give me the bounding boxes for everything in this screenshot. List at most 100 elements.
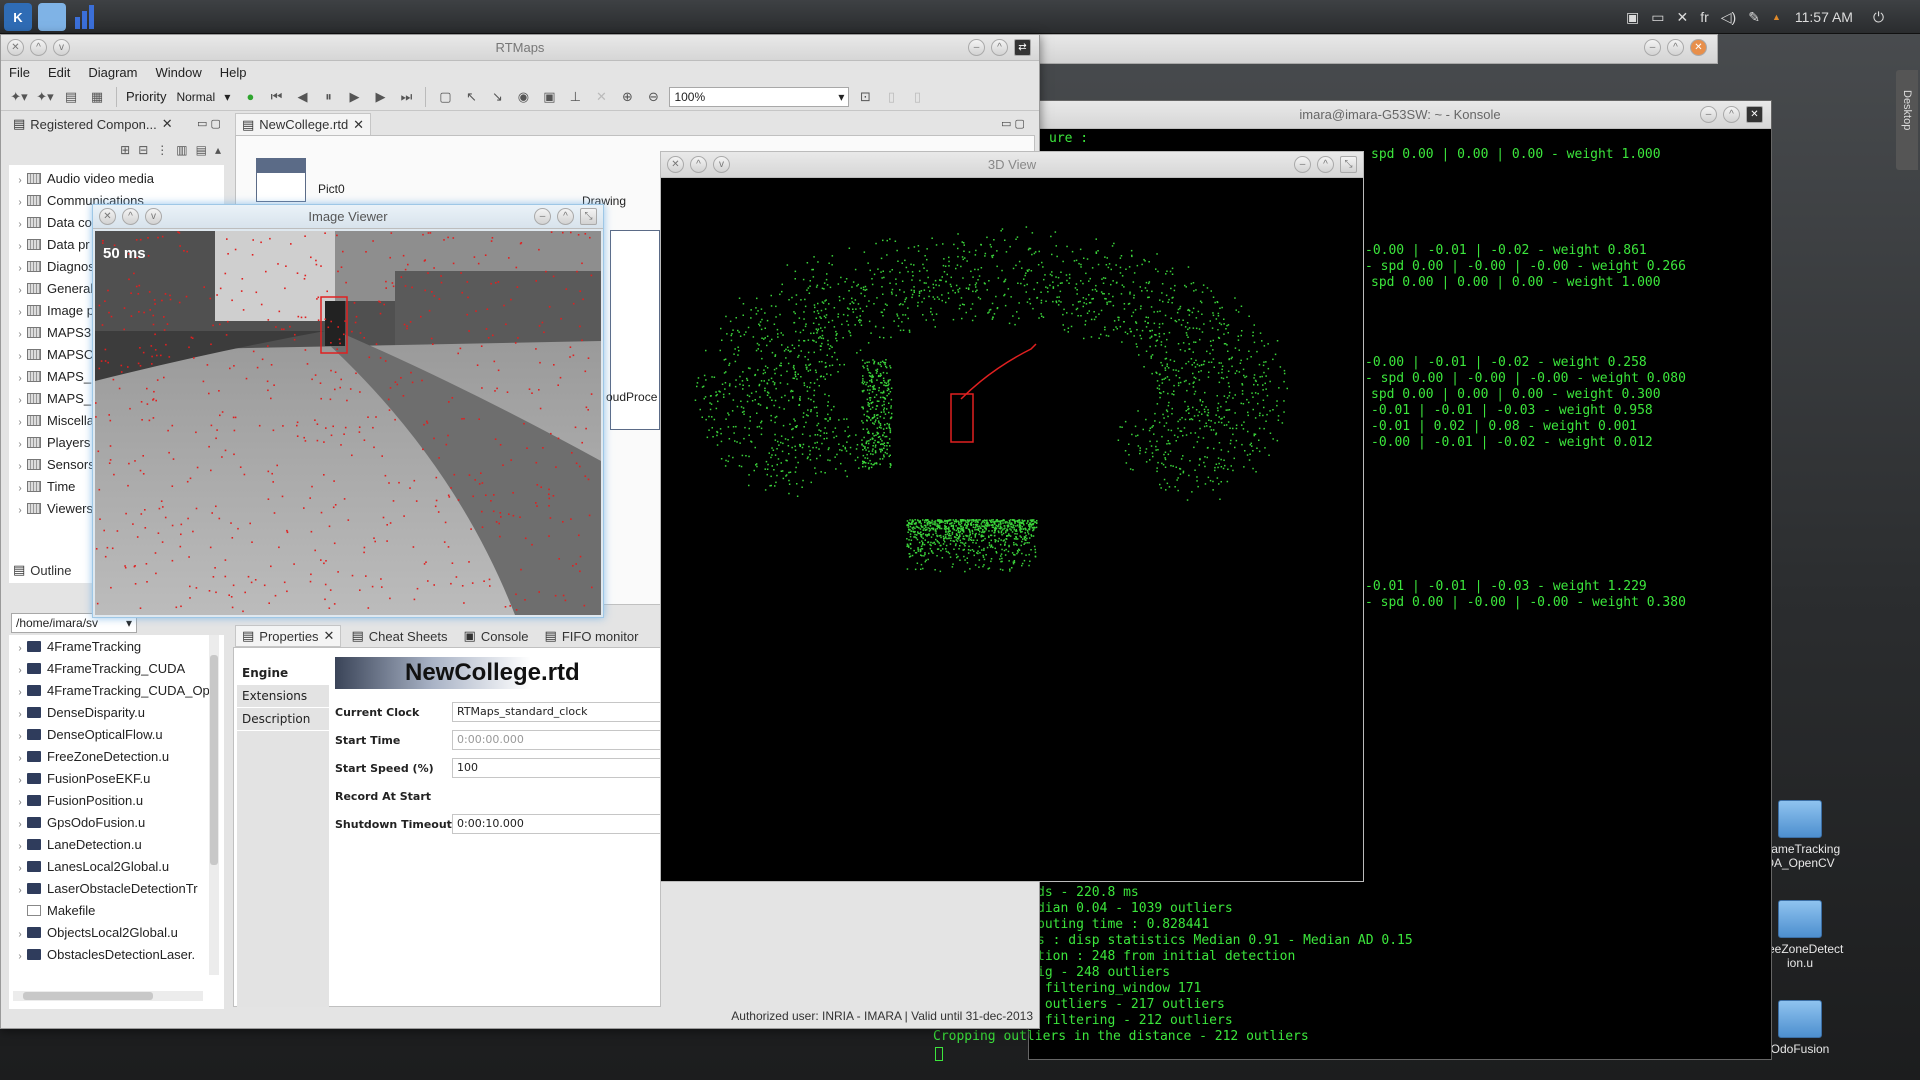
expand-icon[interactable]: › bbox=[13, 302, 27, 322]
expand-icon[interactable]: › bbox=[13, 170, 27, 190]
file-item[interactable]: › 4FrameTracking_CUDA bbox=[13, 658, 224, 680]
fit-icon[interactable]: ⊡ bbox=[855, 87, 875, 107]
expand-icon[interactable]: › bbox=[13, 704, 27, 724]
file-item[interactable]: › GpsOdoFusion.u bbox=[13, 812, 224, 834]
keep-above-icon[interactable]: ^ bbox=[30, 39, 47, 56]
menu-file[interactable]: File bbox=[9, 65, 30, 80]
expand-icon[interactable]: › bbox=[13, 192, 27, 212]
shutdown-timeout-field[interactable]: 0:00:10.000 bbox=[452, 814, 662, 834]
register-icon[interactable]: ▤ bbox=[196, 143, 207, 157]
file-item[interactable]: › ObstaclesDetectionLaser. bbox=[13, 944, 224, 966]
menu-help[interactable]: Help bbox=[220, 65, 247, 80]
expand-icon[interactable]: › bbox=[13, 660, 27, 680]
keep-above-icon[interactable]: ^ bbox=[690, 156, 707, 173]
close-icon[interactable]: ✕ bbox=[7, 39, 24, 56]
tab-outline[interactable]: ▤ Outline bbox=[7, 559, 78, 581]
file-item[interactable]: › 4FrameTracking bbox=[13, 636, 224, 658]
scrollbar-thumb[interactable] bbox=[23, 992, 153, 1000]
copy-icon[interactable]: ▯ bbox=[881, 87, 901, 107]
expand-icon[interactable]: › bbox=[13, 324, 27, 344]
view-tree-icon[interactable]: ⊞ bbox=[120, 143, 130, 157]
filter-icon[interactable]: ⋮ bbox=[156, 143, 168, 157]
select-area-icon[interactable]: ▢ bbox=[435, 87, 455, 107]
horizontal-scrollbar[interactable] bbox=[13, 991, 203, 1001]
expand-icon[interactable]: › bbox=[13, 682, 27, 702]
network-icon[interactable]: ✕ bbox=[1676, 9, 1688, 26]
record-icon[interactable]: ◉ bbox=[513, 87, 533, 107]
sort-icon[interactable]: ⊟ bbox=[138, 143, 148, 157]
maximize-icon[interactable]: ^ bbox=[1723, 106, 1740, 123]
zoom-select[interactable]: 100% ▾ bbox=[669, 86, 850, 107]
priority-select[interactable]: Normal ▾ bbox=[172, 87, 234, 107]
expand-icon[interactable]: › bbox=[13, 214, 27, 234]
file-item[interactable]: › FreeZoneDetection.u bbox=[13, 746, 224, 768]
pen-icon[interactable]: ✎ bbox=[1748, 9, 1760, 26]
delete-icon[interactable]: ✕ bbox=[591, 87, 611, 107]
image-viewer-window[interactable]: ✕ ^ v Image Viewer – ^ ⤡ 50 ms bbox=[92, 204, 604, 618]
power-icon[interactable]: ⏻ bbox=[1873, 9, 1884, 26]
tab-console[interactable]: ▣ Console bbox=[458, 625, 535, 647]
component-block-header[interactable] bbox=[256, 158, 306, 172]
vertical-scrollbar[interactable] bbox=[209, 635, 219, 975]
tab-newcollege[interactable]: ▤ NewCollege.rtd ✕ bbox=[235, 113, 372, 135]
close-icon[interactable]: ✕ bbox=[1746, 106, 1763, 123]
expand-icon[interactable]: › bbox=[13, 258, 27, 278]
close-icon[interactable]: ✕ bbox=[324, 628, 335, 644]
window-menu-icon[interactable]: ⤡ bbox=[1340, 156, 1357, 173]
expand-icon[interactable]: › bbox=[13, 748, 27, 768]
probe-icon[interactable]: ⊥ bbox=[565, 87, 585, 107]
close-icon[interactable]: ✕ bbox=[1690, 39, 1707, 56]
expand-icon[interactable]: › bbox=[13, 390, 27, 410]
file-item[interactable]: › DenseOpticalFlow.u bbox=[13, 724, 224, 746]
expand-icon[interactable]: › bbox=[13, 726, 27, 746]
expand-icon[interactable]: › bbox=[13, 456, 27, 476]
collapse-icon[interactable]: ▴ bbox=[215, 143, 221, 157]
kde-menu-icon[interactable]: K bbox=[4, 3, 32, 31]
3d-view-window[interactable]: ✕ ^ v 3D View – ^ ⤡ bbox=[660, 151, 1364, 882]
maximize-icon[interactable]: ^ bbox=[557, 208, 574, 225]
fast-forward-icon[interactable]: ⏭ bbox=[396, 87, 416, 107]
clock[interactable]: 11:57 AM bbox=[1795, 9, 1853, 25]
current-clock-field[interactable]: RTMaps_standard_clock bbox=[452, 702, 662, 722]
minimize-icon[interactable]: – bbox=[1700, 106, 1717, 123]
keep-below-icon[interactable]: v bbox=[145, 208, 162, 225]
run-icon[interactable]: ● bbox=[240, 87, 260, 107]
close-icon[interactable]: ✕ bbox=[353, 117, 364, 133]
close-icon[interactable]: ✕ bbox=[667, 156, 684, 173]
file-item[interactable]: › LanesLocal2Global.u bbox=[13, 856, 224, 878]
library-icon[interactable]: ▥ bbox=[176, 143, 187, 157]
expand-icon[interactable]: › bbox=[13, 858, 27, 878]
tab-extensions[interactable]: Extensions bbox=[237, 685, 329, 707]
desktop-side-tab[interactable]: Desktop bbox=[1896, 70, 1918, 170]
window-menu-icon[interactable]: ⤡ bbox=[580, 208, 597, 225]
notification-icon[interactable]: ▣ bbox=[1626, 9, 1639, 26]
file-item[interactable]: › ObjectsLocal2Global.u bbox=[13, 922, 224, 944]
maximize-icon[interactable]: ^ bbox=[991, 39, 1008, 56]
expand-icon[interactable]: › bbox=[13, 792, 27, 812]
file-manager-icon[interactable] bbox=[38, 3, 66, 31]
keyboard-layout[interactable]: fr bbox=[1700, 9, 1709, 25]
close-icon[interactable]: ✕ bbox=[99, 208, 116, 225]
start-time-field[interactable]: 0:00:00.000 bbox=[452, 730, 662, 750]
expand-icon[interactable]: › bbox=[13, 280, 27, 300]
expand-icon[interactable]: › bbox=[13, 346, 27, 366]
keep-above-icon[interactable]: ^ bbox=[122, 208, 139, 225]
expand-icon[interactable]: › bbox=[13, 368, 27, 388]
file-item[interactable]: › 4FrameTracking_CUDA_Op bbox=[13, 680, 224, 702]
tab-cheat-sheets[interactable]: ▤ Cheat Sheets bbox=[345, 625, 453, 647]
screen-icon[interactable]: ▭ bbox=[1651, 9, 1664, 26]
minimize-icon[interactable]: – bbox=[968, 39, 985, 56]
expand-icon[interactable]: › bbox=[13, 946, 27, 966]
open-diagram-icon[interactable]: ✦▾ bbox=[35, 87, 55, 107]
expand-icon[interactable]: › bbox=[13, 236, 27, 256]
file-item[interactable]: › FusionPoseEKF.u bbox=[13, 768, 224, 790]
menu-edit[interactable]: Edit bbox=[48, 65, 70, 80]
save-all-icon[interactable]: ▦ bbox=[87, 87, 107, 107]
maximize-icon[interactable]: ^ bbox=[1667, 39, 1684, 56]
new-diagram-icon[interactable]: ✦▾ bbox=[9, 87, 29, 107]
expand-icon[interactable]: › bbox=[13, 770, 27, 790]
expand-icon[interactable]: › bbox=[13, 836, 27, 856]
file-item[interactable]: › DenseDisparity.u bbox=[13, 702, 224, 724]
system-monitor-icon[interactable] bbox=[70, 3, 98, 31]
start-speed-field[interactable]: 100 bbox=[452, 758, 662, 778]
